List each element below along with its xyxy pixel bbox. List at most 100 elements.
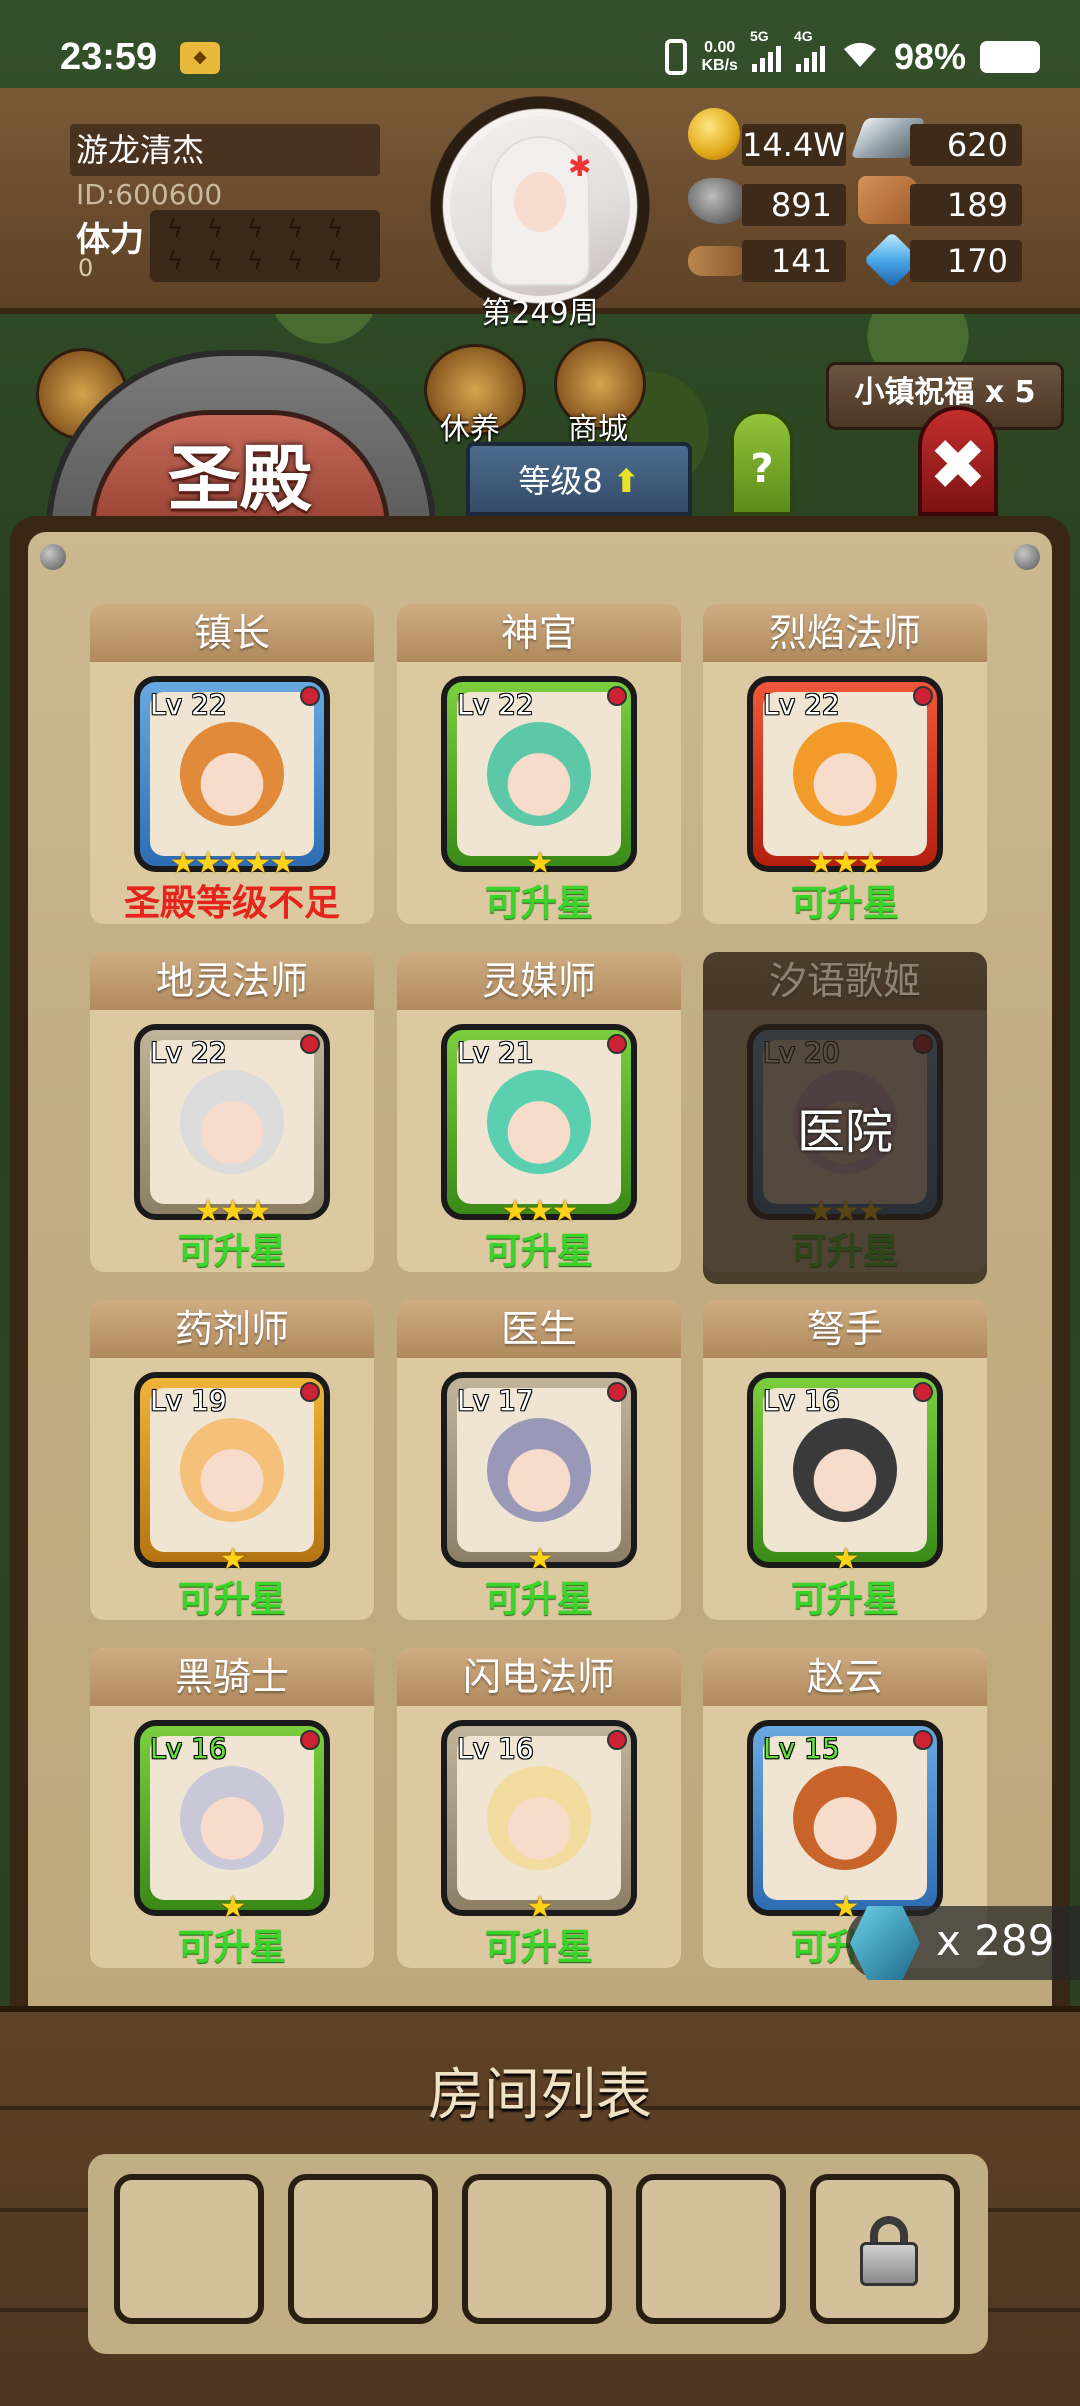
hero-status: 可升星 [484, 883, 593, 924]
gold-amount: 14.4W [742, 124, 846, 166]
stamina-bolt-icon: ϟ [207, 247, 223, 275]
hero-name: 医生 [397, 1300, 681, 1358]
hero-card[interactable]: 灵媒师 Lv 21 ★★★ 可升星 [397, 952, 681, 1272]
hero-card[interactable]: 弩手 Lv 16 ★ 可升星 [703, 1300, 987, 1620]
signal-5g-icon: 5G [750, 28, 782, 72]
hero-portrait[interactable]: Lv 22 [134, 676, 330, 872]
hero-level: Lv 15 [763, 1732, 840, 1765]
hero-name: 神官 [397, 604, 681, 662]
stamina-value: 0 [78, 254, 94, 282]
hero-level: Lv 17 [457, 1384, 534, 1417]
hero-card[interactable]: 地灵法师 Lv 22 ★★★ 可升星 [90, 952, 374, 1272]
hero-portrait[interactable]: Lv 16 [747, 1372, 943, 1568]
close-icon: ✖ [928, 424, 988, 506]
hero-status: 可升星 [484, 1231, 593, 1272]
close-button[interactable]: ✖ [918, 406, 998, 516]
room-slot[interactable] [288, 2174, 438, 2324]
hero-name: 烈焰法师 [703, 604, 987, 662]
hall-level-tab[interactable]: 等级8 ⬆ [466, 442, 692, 516]
wood-log-icon [688, 246, 748, 276]
hero-card[interactable]: 闪电法师 Lv 16 ★ 可升星 [397, 1648, 681, 1968]
hero-level: Lv 21 [457, 1036, 534, 1069]
hero-card[interactable]: 药剂师 Lv 19 ★ 可升星 [90, 1300, 374, 1620]
hero-portrait[interactable]: Lv 21 [441, 1024, 637, 1220]
hero-portrait[interactable]: Lv 15 [747, 1720, 943, 1916]
status-bar: 23:59 ◆ 0.00 KB/s 5G 4G 98% [0, 0, 1080, 88]
hero-portrait[interactable]: Lv 22 [747, 676, 943, 872]
notification-dot-icon [607, 1382, 627, 1402]
hero-avatar [487, 1070, 591, 1174]
rivet-icon [1014, 544, 1040, 570]
hero-status: 可升星 [484, 1927, 593, 1968]
notification-dot-icon [607, 686, 627, 706]
room-slot[interactable] [462, 2174, 612, 2324]
hero-name: 灵媒师 [397, 952, 681, 1010]
hero-name: 药剂师 [90, 1300, 374, 1358]
room-slot[interactable] [636, 2174, 786, 2324]
hero-card[interactable]: 医生 Lv 17 ★ 可升星 [397, 1300, 681, 1620]
hero-status: 圣殿等级不足 [123, 883, 340, 924]
hero-level: Lv 22 [457, 688, 534, 721]
hero-level: Lv 19 [150, 1384, 227, 1417]
avatar[interactable]: ✱ [450, 116, 630, 296]
hero-avatar [487, 1418, 591, 1522]
notification-dot-icon [607, 1034, 627, 1054]
notification-dot-icon [300, 1034, 320, 1054]
network-speed: 0.00 KB/s [701, 39, 738, 74]
room-slot[interactable] [114, 2174, 264, 2324]
week-label: 第249周 [481, 296, 599, 331]
app-badge-icon: ◆ [180, 42, 220, 74]
stamina-bolt-icon: ϟ [167, 215, 183, 243]
hero-avatar [180, 1418, 284, 1522]
hero-avatar [487, 1766, 591, 1870]
notification-dot-icon [300, 1730, 320, 1750]
hide-amount: 189 [910, 184, 1022, 226]
hero-status: 可升星 [484, 1579, 593, 1620]
hero-status: 可升星 [177, 1927, 286, 1968]
hospital-label: 医院 [796, 1104, 893, 1160]
hero-portrait[interactable]: Lv 17 [441, 1372, 637, 1568]
stamina-bolt-icon: ϟ [287, 247, 303, 275]
hero-level: Lv 16 [763, 1384, 840, 1417]
hero-avatar [793, 722, 897, 826]
hospital-overlay: 汐语歌姬 医院 [703, 952, 987, 1284]
hero-card[interactable]: 汐语歌姬Lv 20★★★可升星汐语歌姬医院 [703, 952, 987, 1284]
token-count: x 289 [936, 1916, 1055, 1965]
hero-card[interactable]: 神官 Lv 22 ★ 可升星 [397, 604, 681, 924]
hero-portrait[interactable]: Lv 19 [134, 1372, 330, 1568]
clock: 23:59 [60, 36, 158, 78]
notification-dot-icon [607, 1730, 627, 1750]
hero-level: Lv 22 [150, 688, 227, 721]
stamina-bolt-icon: ϟ [247, 215, 263, 243]
hero-name: 镇长 [90, 604, 374, 662]
hero-card[interactable]: 镇长 Lv 22 ★★★★★ 圣殿等级不足 [90, 604, 374, 924]
player-name[interactable]: 游龙清杰 [70, 124, 380, 176]
gold-coin-icon [688, 108, 740, 160]
wood-amount: 141 [742, 240, 846, 282]
notification-dot-icon [913, 1730, 933, 1750]
hero-portrait[interactable]: Lv 22 [134, 1024, 330, 1220]
hero-card[interactable]: 黑骑士 Lv 16 ★ 可升星 [90, 1648, 374, 1968]
hero-avatar [180, 1070, 284, 1174]
room-slot-locked[interactable] [810, 2174, 960, 2324]
help-button[interactable]: ? [730, 410, 794, 516]
lock-icon [860, 2216, 918, 2286]
hero-card[interactable]: 烈焰法师 Lv 22 ★★★ 可升星 [703, 604, 987, 924]
hero-name: 闪电法师 [397, 1648, 681, 1706]
hero-status: 可升星 [177, 1231, 286, 1272]
hero-name-dimmed: 汐语歌姬 [768, 959, 921, 1003]
hero-status: 可升星 [790, 883, 899, 924]
hero-level: Lv 22 [150, 1036, 227, 1069]
page-title: 圣殿 [167, 437, 312, 521]
hero-avatar [793, 1766, 897, 1870]
hide-icon [858, 176, 918, 224]
rivet-icon [40, 544, 66, 570]
stamina-bar: ϟ ϟ ϟ ϟ ϟ ϟ ϟ ϟ ϟ ϟ [150, 210, 380, 282]
hero-portrait[interactable]: Lv 16 [441, 1720, 637, 1916]
player-id: ID:600600 [76, 178, 223, 211]
hero-portrait[interactable]: Lv 16 [134, 1720, 330, 1916]
hero-portrait[interactable]: Lv 22 [441, 676, 637, 872]
hero-level: Lv 22 [763, 688, 840, 721]
hero-name: 弩手 [703, 1300, 987, 1358]
hero-name: 赵云 [703, 1648, 987, 1706]
